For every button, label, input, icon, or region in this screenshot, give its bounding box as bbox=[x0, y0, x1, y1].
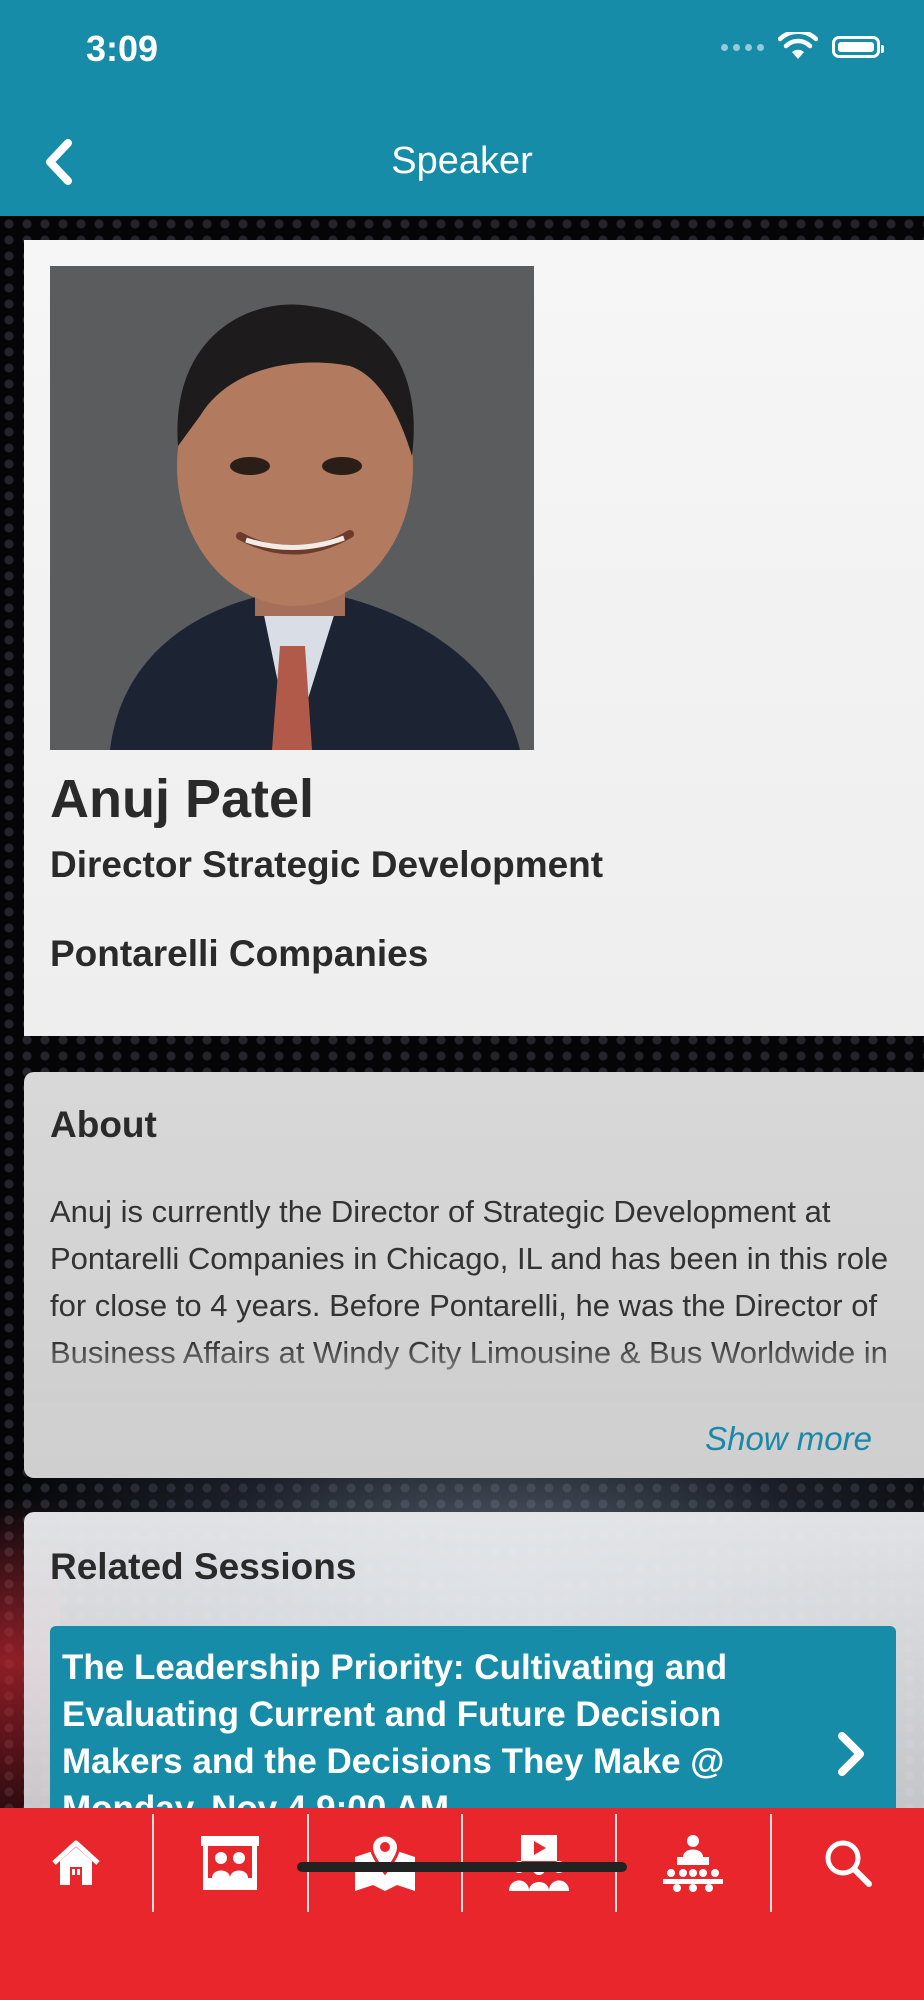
chevron-right-icon bbox=[838, 1732, 864, 1776]
related-sessions-heading: Related Sessions bbox=[50, 1546, 357, 1587]
page-title: Speaker bbox=[391, 140, 533, 182]
tab-bar bbox=[0, 1808, 924, 2000]
related-sessions-card: Related Sessions The Leadership Priority… bbox=[24, 1512, 924, 1842]
speaker-photo bbox=[50, 266, 534, 750]
home-icon bbox=[52, 1840, 100, 1885]
search-icon bbox=[825, 1840, 872, 1887]
tab-exhibitors[interactable] bbox=[154, 1814, 309, 1912]
speaker-podium-icon bbox=[663, 1835, 724, 1892]
header: 3:09 Speaker bbox=[0, 0, 924, 216]
about-fade bbox=[24, 1342, 924, 1402]
speaker-job-title: Director Strategic Development bbox=[50, 844, 604, 885]
about-heading: About bbox=[50, 1104, 157, 1145]
about-card: About Anuj is currently the Director of … bbox=[24, 1072, 924, 1478]
status-time: 3:09 bbox=[86, 28, 159, 69]
battery-icon bbox=[832, 36, 884, 58]
session-title: The Leadership Priority: Cultivating and… bbox=[62, 1648, 728, 1828]
speaker-profile-card: Anuj Patel Director Strategic Developmen… bbox=[24, 240, 924, 1036]
status-icons bbox=[721, 32, 884, 62]
tab-search[interactable] bbox=[772, 1814, 924, 1912]
wifi-icon bbox=[778, 32, 818, 59]
speaker-name: Anuj Patel bbox=[50, 769, 315, 829]
signal-dots-icon bbox=[721, 43, 764, 51]
home-indicator bbox=[297, 1862, 627, 1872]
speaker-company: Pontarelli Companies bbox=[50, 933, 429, 974]
tab-speakers[interactable] bbox=[617, 1814, 772, 1912]
tab-home[interactable] bbox=[0, 1814, 155, 1912]
exhibitors-booth-icon bbox=[201, 1836, 260, 1890]
show-more-link[interactable]: Show more bbox=[705, 1420, 872, 1458]
